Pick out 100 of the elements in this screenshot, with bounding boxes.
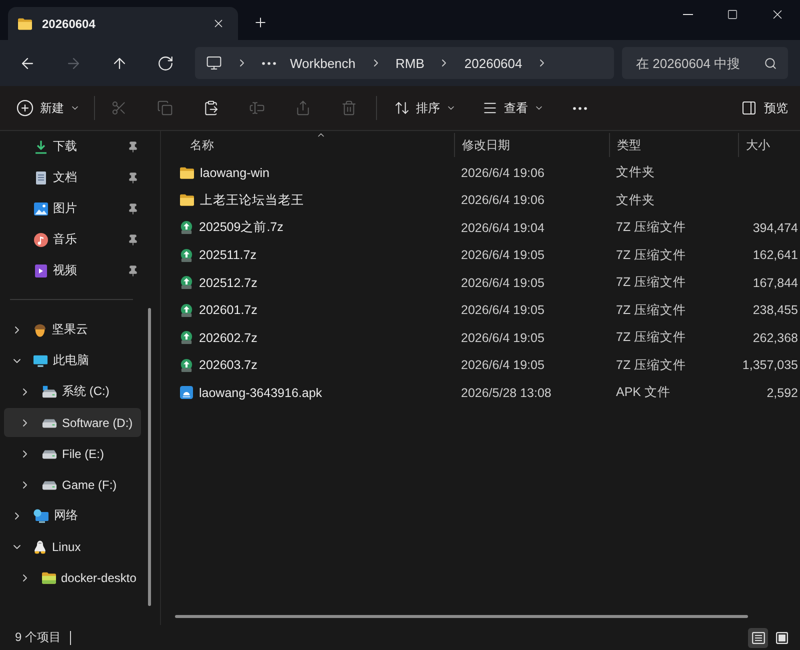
folder-icon (18, 18, 32, 30)
archive-icon (180, 276, 193, 290)
column-header[interactable]: 类型 (609, 133, 738, 157)
tree-item[interactable]: Software (D:) (4, 408, 141, 437)
penguin-icon (33, 540, 47, 554)
sidebar-item[interactable]: 图片 (0, 193, 145, 224)
file-type: 7Z 压缩文件 (616, 274, 686, 292)
pin-icon[interactable] (127, 264, 139, 276)
preview-button[interactable]: 预览 (739, 92, 790, 124)
modified-date: 2026/6/4 19:06 (461, 166, 544, 180)
tab[interactable]: 20260604 (8, 7, 238, 40)
clipboard-icon (203, 100, 219, 116)
more-icon (573, 106, 587, 110)
modified-date: 2026/5/28 13:08 (461, 386, 552, 400)
plus-icon (252, 14, 268, 30)
file-type: 7Z 压缩文件 (616, 329, 686, 346)
acorn-icon (33, 322, 47, 336)
tree-item[interactable]: 此电脑 (4, 346, 141, 375)
file-name: 202509之前.7z (199, 219, 284, 236)
music-icon (34, 232, 48, 246)
address-bar[interactable]: Workbench RMB 20260604 (195, 47, 614, 79)
file-type: 7Z 压缩文件 (616, 356, 686, 374)
view-button[interactable]: 查看 (474, 92, 552, 124)
sort-button[interactable]: 排序 (386, 92, 464, 124)
more-icon[interactable] (262, 62, 276, 64)
file-size: 167,844 (752, 276, 798, 290)
file-size: 394,474 (752, 220, 798, 235)
sidebar-item[interactable]: 文档 (0, 162, 145, 193)
file-size: 2,592 (766, 386, 798, 400)
modified-date: 2026/6/4 19:05 (461, 358, 544, 372)
drive-icon (42, 416, 57, 428)
scrollbar-thumb[interactable] (148, 308, 151, 606)
file-type: 7Z 压缩文件 (616, 302, 686, 319)
sort-icon (394, 100, 410, 116)
computer-icon (33, 354, 48, 368)
item-count: 9 个项目 (15, 629, 62, 646)
app-package-icon (180, 386, 193, 400)
archive-icon (180, 221, 193, 234)
drive-icon (42, 478, 57, 490)
folder-icon (42, 572, 56, 584)
modified-date: 2026/6/4 19:05 (461, 303, 544, 318)
column-header[interactable]: 名称 (161, 133, 454, 157)
folder-icon (180, 166, 194, 179)
list-icon (752, 632, 764, 644)
drive-icon (42, 448, 57, 460)
file-type: 7Z 压缩文件 (616, 246, 686, 264)
file-type: 文件夹 (616, 192, 655, 209)
pin-icon[interactable] (127, 172, 139, 184)
sidebar-item[interactable]: 视频 (0, 255, 145, 286)
search-icon (764, 57, 777, 70)
file-size: 162,641 (752, 248, 798, 262)
modified-date: 2026/6/4 19:06 (461, 193, 544, 208)
network-icon (33, 508, 49, 522)
column-header[interactable]: 大小 (738, 133, 800, 157)
sidebar-item[interactable]: 音乐 (0, 224, 145, 255)
refresh-icon (156, 54, 174, 72)
maximize-icon (727, 8, 738, 20)
file-type: APK 文件 (616, 384, 670, 402)
archive-icon (180, 331, 193, 344)
file-size: 262,368 (752, 330, 798, 345)
scissors-icon (111, 100, 127, 116)
video-icon (34, 264, 48, 278)
pin-icon[interactable] (127, 234, 139, 246)
file-name: laowang-win (200, 166, 270, 180)
monitor-icon[interactable] (206, 55, 222, 71)
pin-icon[interactable] (127, 140, 139, 152)
share-icon (295, 100, 311, 116)
tree-item[interactable]: 系统 (C:) (4, 377, 141, 406)
document-icon (34, 170, 48, 184)
tree-item[interactable]: File (E:) (4, 439, 141, 468)
tree-item[interactable]: Linux (4, 532, 141, 561)
list-icon (482, 100, 498, 116)
tree-item[interactable]: 坚果云 (4, 315, 141, 344)
square-icon (776, 632, 788, 644)
modified-date: 2026/6/4 19:05 (461, 248, 544, 262)
breadcrumb[interactable]: 20260604 (464, 56, 522, 70)
breadcrumb[interactable]: Workbench (290, 56, 356, 70)
modified-date: 2026/6/4 19:05 (461, 276, 544, 290)
details-view-button[interactable] (748, 628, 768, 648)
search-field[interactable]: 在 20260604 中搜 (622, 47, 788, 79)
new-button[interactable]: 新建 (8, 92, 88, 124)
file-name: 202602.7z (199, 330, 258, 345)
file-name: 202603.7z (199, 358, 258, 372)
system-drive-icon (42, 384, 57, 398)
scrollbar-thumb[interactable] (175, 615, 748, 618)
copy-icon (157, 100, 173, 116)
file-size: 238,455 (752, 303, 798, 318)
download-icon (34, 140, 48, 154)
file-name: 202512.7z (199, 276, 258, 290)
breadcrumb[interactable]: RMB (396, 56, 424, 70)
tree-item[interactable]: Game (F:) (4, 470, 141, 499)
archive-icon (180, 304, 193, 317)
column-header[interactable]: 修改日期 (454, 133, 609, 157)
modified-date: 2026/6/4 19:05 (461, 330, 544, 345)
tree-item[interactable]: 网络 (4, 501, 141, 530)
file-name: 202601.7z (199, 303, 258, 318)
sidebar-item[interactable]: 下载 (0, 131, 145, 162)
pin-icon[interactable] (127, 202, 139, 214)
file-size: 1,357,035 (742, 358, 798, 372)
tree-item[interactable]: docker-deskto (4, 563, 141, 592)
